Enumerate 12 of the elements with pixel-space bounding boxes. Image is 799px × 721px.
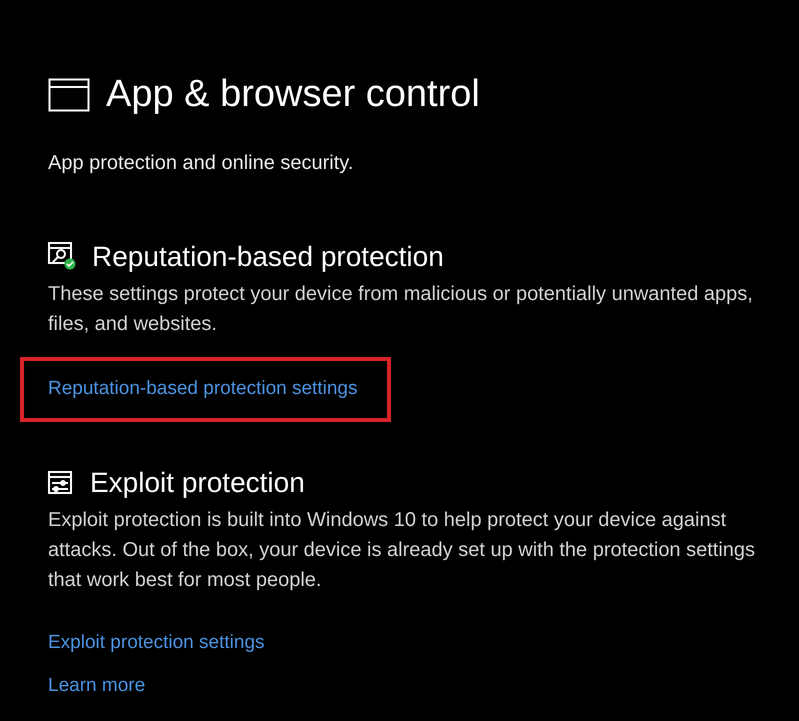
settings-link[interactable]: Reputation-based protection settings	[20, 357, 392, 422]
page-subtitle: App protection and online security.	[48, 150, 354, 176]
sliders-icon	[48, 470, 74, 495]
settings-link[interactable]: Exploit protection settings	[48, 629, 265, 658]
page-title: App & browser control	[106, 74, 480, 116]
settings-link[interactable]: Learn more	[48, 672, 146, 700]
section-description: These settings protect your device from malicious or potentially unwanted apps, files, and websites.	[48, 282, 754, 338]
section-heading: Exploit protection	[90, 466, 305, 500]
reputation-icon	[48, 242, 76, 272]
section-heading: Reputation-based protection	[92, 240, 444, 274]
window-icon	[48, 78, 90, 112]
section-description: Exploit protection is built into Windows 10 to help protect your device against attacks. Out of the box, your device is already set up with the protection settings that work best for most people.	[48, 508, 756, 594]
